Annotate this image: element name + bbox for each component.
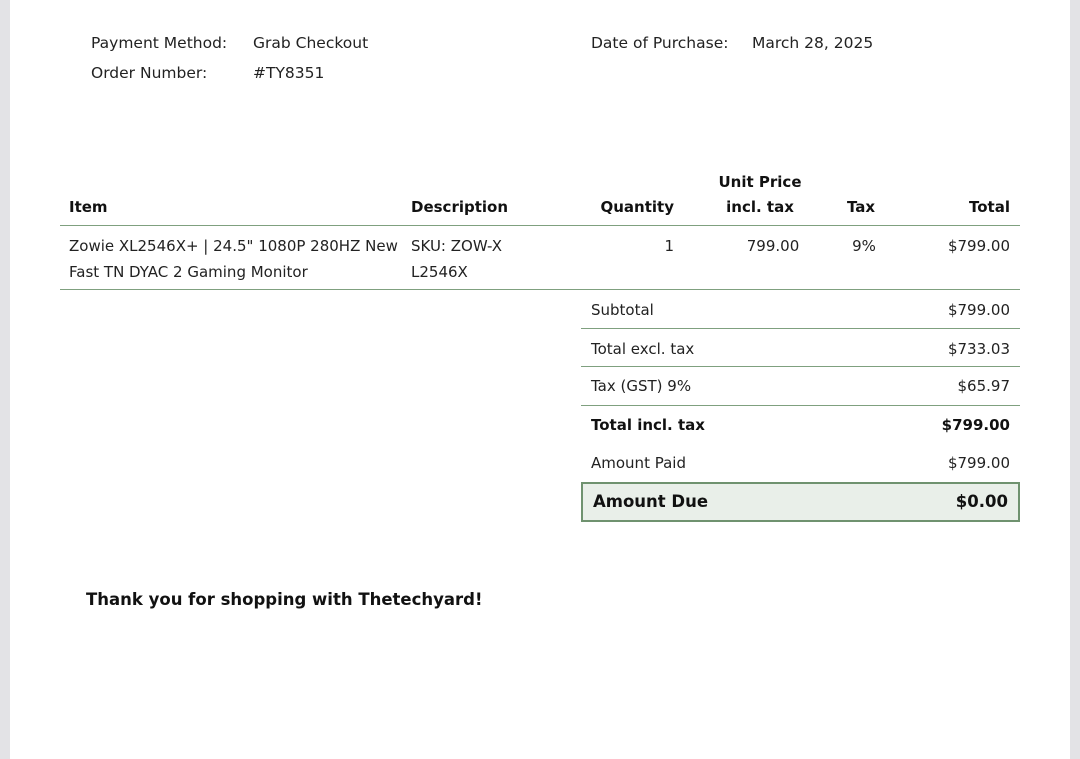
amount-due-value: $0.00 bbox=[955, 492, 1008, 511]
row-description: SKU: ZOW-XL2546X bbox=[411, 237, 503, 281]
amount-due-label: Amount Due bbox=[593, 492, 709, 511]
amount-paid-value: $799.00 bbox=[947, 454, 1010, 472]
payment-method-row: Payment Method: Grab Checkout bbox=[91, 28, 511, 58]
thank-you-message: Thank you for shopping with Thetechyard! bbox=[86, 590, 483, 609]
subtotal-value: $799.00 bbox=[947, 301, 1010, 319]
excl-tax-divider bbox=[581, 366, 1020, 367]
header-item: Item bbox=[69, 198, 108, 216]
gst-divider bbox=[581, 405, 1020, 406]
amount-paid-label: Amount Paid bbox=[591, 454, 686, 472]
payment-method-label: Payment Method: bbox=[91, 34, 228, 52]
row-total: $799.00 bbox=[947, 237, 1010, 255]
order-number-row: Order Number: #TY8351 bbox=[91, 58, 511, 88]
header-description: Description bbox=[411, 198, 509, 216]
total-excl-tax-label: Total excl. tax bbox=[591, 340, 695, 358]
header-total: Total bbox=[969, 198, 1010, 216]
date-of-purchase-row: Date of Purchase: March 28, 2025 bbox=[591, 28, 1011, 58]
row-item: Zowie XL2546X+ | 24.5" 1080P 280HZ New F… bbox=[69, 237, 398, 281]
tax-gst-label: Tax (GST) 9% bbox=[591, 377, 692, 395]
total-excl-tax-value: $733.03 bbox=[947, 340, 1010, 358]
row-unit-price: 799.00 bbox=[746, 237, 800, 255]
row-tax: 9% bbox=[852, 237, 876, 255]
tax-gst-value: $65.97 bbox=[957, 377, 1011, 395]
header-quantity: Quantity bbox=[600, 198, 675, 216]
order-number-label: Order Number: bbox=[91, 64, 208, 82]
subtotal-label: Subtotal bbox=[591, 301, 654, 319]
date-of-purchase-value: March 28, 2025 bbox=[752, 34, 874, 52]
header-unit-price-line1: Unit Price bbox=[718, 173, 802, 191]
amount-due-box: Amount Due $0.00 bbox=[581, 482, 1020, 522]
total-incl-tax-label: Total incl. tax bbox=[591, 416, 705, 434]
subtotal-divider bbox=[581, 328, 1020, 329]
total-incl-tax-value: $799.00 bbox=[941, 416, 1010, 434]
payment-method-value: Grab Checkout bbox=[253, 34, 369, 52]
row-divider bbox=[60, 289, 1020, 290]
order-number-value: #TY8351 bbox=[253, 64, 325, 82]
invoice-page: Payment Method: Grab Checkout Order Numb… bbox=[10, 0, 1070, 759]
row-quantity: 1 bbox=[664, 237, 674, 255]
date-of-purchase-label: Date of Purchase: bbox=[591, 34, 729, 52]
header-unit-price-line2: incl. tax bbox=[726, 198, 794, 216]
header-divider bbox=[60, 225, 1020, 226]
header-tax: Tax bbox=[846, 198, 876, 216]
